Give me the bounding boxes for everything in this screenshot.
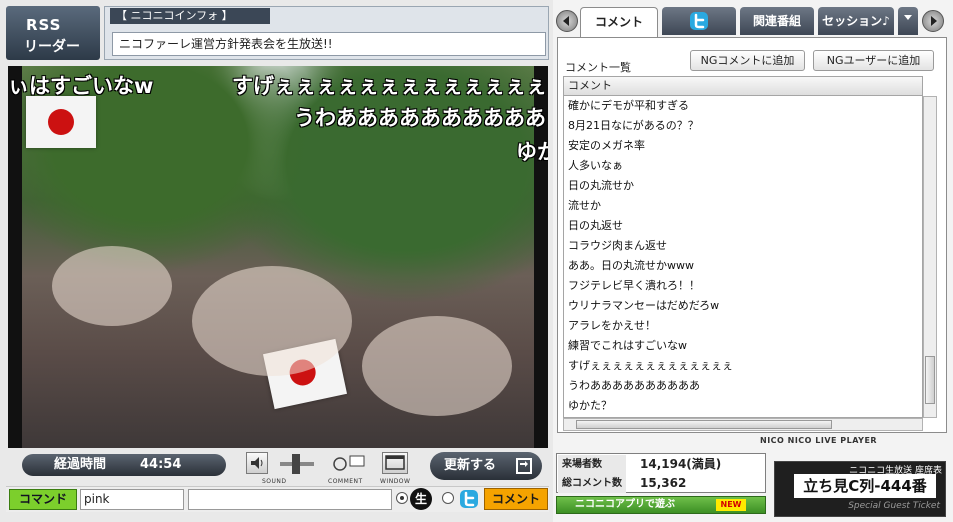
visitors-value: 14,194(満員) [640,457,722,471]
crowd-area [52,246,172,326]
command-button[interactable]: コマンド [9,489,77,510]
live-icon: 生 [410,488,432,510]
comment-row[interactable]: ああ。日の丸流せかwww [564,256,922,276]
comment-row[interactable]: すげぇぇぇぇぇぇぇぇぇぇぇぇぇ [564,356,922,376]
visitors-label: 来場者数 [558,455,626,474]
comment-row[interactable]: コラウジ肉まん返せ [564,236,922,256]
rss-label: RSS [26,16,62,34]
chevron-right-icon [931,16,937,26]
comment-row[interactable]: 安定のメガネ率 [564,136,922,156]
elapsed-value: 44:54 [140,457,182,472]
comment-row[interactable]: 日の丸返せ [564,216,922,236]
refresh-icon [516,458,532,474]
prev-tab-button[interactable] [556,10,578,32]
comment-row[interactable]: 確かにデモが平和すぎる [564,96,922,116]
flag-image [26,96,96,148]
reader-label: リーダー [24,39,80,55]
danmaku-comment: ぃはすごいなw [8,74,154,98]
crowd-area [192,266,352,376]
volume-slider[interactable] [278,451,316,477]
comment-toggle-button[interactable] [330,452,366,476]
comment-list: 確かにデモが平和すぎる 8月21日なにがあるの？？ 安定のメガネ率 人多いなぁ … [563,96,923,418]
comment-row[interactable]: 人多いなぁ [564,156,922,176]
comment-row[interactable]: 日の丸流せか [564,176,922,196]
comment-row[interactable]: うわああああああああああ [564,376,922,396]
nico-app-label: ニコニコアプリで遊ぶ [575,499,675,510]
comment-icon [333,455,365,471]
comment-column-header[interactable]: コメント [563,76,923,96]
comment-row[interactable]: フジテレビ早く潰れろ！！ [564,276,922,296]
rss-reader-button[interactable]: RSS リーダー [6,6,100,60]
speaker-icon [251,457,263,469]
submit-comment-button[interactable]: コメント [484,488,548,510]
radio-dot-icon [400,496,404,500]
comment-label: COMMENT [328,478,363,485]
window-button[interactable] [382,452,408,474]
command-input[interactable]: pink [80,489,184,510]
ticket-footer: Special Guest Ticket [848,501,940,511]
comment-row[interactable]: ウリナラマンセーはだめだろw [564,296,922,316]
tab-twitter[interactable] [662,7,736,35]
next-tab-button[interactable] [922,10,944,32]
volume-slider-graphic [280,454,314,474]
danmaku-comment: うわああああああああああ [294,106,546,130]
window-icon [385,455,405,470]
ng-user-button[interactable]: NGユーザーに追加 [813,50,934,71]
tab-menu-dropdown[interactable] [898,7,918,35]
comments-count-label: 総コメント数 [558,474,626,493]
sound-button[interactable] [246,452,268,474]
comment-row[interactable]: アラレをかえせ！ [564,316,922,336]
twitter-icon [690,12,708,30]
window-label: WINDOW [380,478,411,485]
comment-list-caption: コメント一覧 [565,61,631,74]
elapsed-time-display: 経過時間 44:54 [22,454,226,476]
comments-count-value: 15,362 [640,476,687,490]
video-area[interactable]: ぃはすごいなw すげぇぇぇぇぇぇぇぇぇぇぇぇぇ うわああああああああああ ゆか [8,66,548,448]
comment-row[interactable]: ゆかた？ [564,396,922,416]
chevron-left-icon [563,16,569,26]
crowd-area [362,316,512,416]
danmaku-comment: ゆか [516,140,548,164]
comment-row[interactable]: 練習でこれはすごいなw [564,336,922,356]
new-badge: NEW [716,499,746,511]
chevron-down-icon [904,15,912,20]
vertical-scroll-thumb[interactable] [925,356,935,404]
tab-comment[interactable]: コメント [580,7,658,38]
ng-comment-button[interactable]: NGコメントに追加 [690,50,805,71]
twitter-radio[interactable] [442,492,454,504]
sound-label: SOUND [262,478,287,485]
horizontal-scroll-thumb[interactable] [576,420,832,429]
tab-session[interactable]: セッション♪ [818,7,894,35]
comment-row[interactable]: 流せか [564,196,922,216]
tab-related-programs[interactable]: 関連番組 [740,7,814,35]
refresh-label: 更新する [444,458,497,473]
seat-number: 立ち見C列-444番 [794,474,936,498]
elapsed-label: 経過時間 [54,457,107,472]
info-title: 【 ニコニコインフォ 】 [110,8,270,24]
danmaku-comment: すげぇぇぇぇぇぇぇぇぇぇぇぇぇ [232,74,547,98]
twitter-icon [458,488,480,510]
player-brand: NICO NICO LIVE PLAYER [760,436,878,445]
comment-row[interactable]: 8月21日なにがあるの？？ [564,116,922,136]
live-radio[interactable] [396,492,408,504]
info-ticker-link[interactable]: ニコファーレ運営方針発表会を生放送!! [112,32,546,56]
refresh-button[interactable]: 更新する [430,452,542,480]
comment-input[interactable] [188,489,392,510]
